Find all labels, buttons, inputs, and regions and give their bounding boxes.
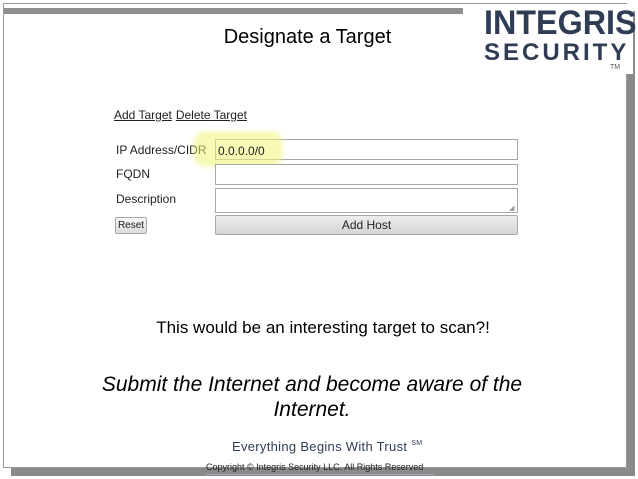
add-host-button[interactable]: Add Host bbox=[215, 215, 518, 235]
footer-tagline: Everything Begins With Trust SM bbox=[232, 439, 422, 454]
footer-rule bbox=[206, 474, 434, 475]
delete-target-link[interactable]: Delete Target bbox=[176, 108, 247, 122]
slide-caption: This would be an interesting target to s… bbox=[156, 318, 490, 337]
frame-shadow-right bbox=[627, 11, 635, 473]
tagline-text: Everything Begins With Trust bbox=[232, 439, 408, 454]
slide-note: Submit the Internet and become aware of … bbox=[101, 373, 523, 421]
integris-logo: INTEGRIS SECURITY TM bbox=[478, 4, 637, 74]
service-mark: SM bbox=[411, 440, 423, 447]
ip-address-label: IP Address/CIDR bbox=[116, 143, 207, 157]
reset-button[interactable]: Reset bbox=[115, 217, 147, 234]
ip-address-value: 0.0.0.0/0 bbox=[218, 144, 265, 158]
logo-line-security: SECURITY bbox=[484, 39, 630, 66]
logo-trademark: TM bbox=[610, 64, 621, 71]
logo-line-integris: INTEGRIS bbox=[484, 4, 637, 42]
target-links: Add Target Delete Target bbox=[114, 108, 247, 122]
add-target-link[interactable]: Add Target bbox=[114, 108, 172, 122]
footer-copyright: Copyright © Integris Security LLC. All R… bbox=[206, 462, 424, 472]
slide-title: Designate a Target bbox=[223, 26, 392, 48]
textarea-resize-grip-icon[interactable]: ◢ bbox=[509, 205, 517, 212]
description-label: Description bbox=[116, 192, 177, 206]
fqdn-input[interactable] bbox=[215, 164, 518, 185]
description-textarea[interactable] bbox=[215, 188, 518, 213]
fqdn-label: FQDN bbox=[116, 167, 150, 181]
